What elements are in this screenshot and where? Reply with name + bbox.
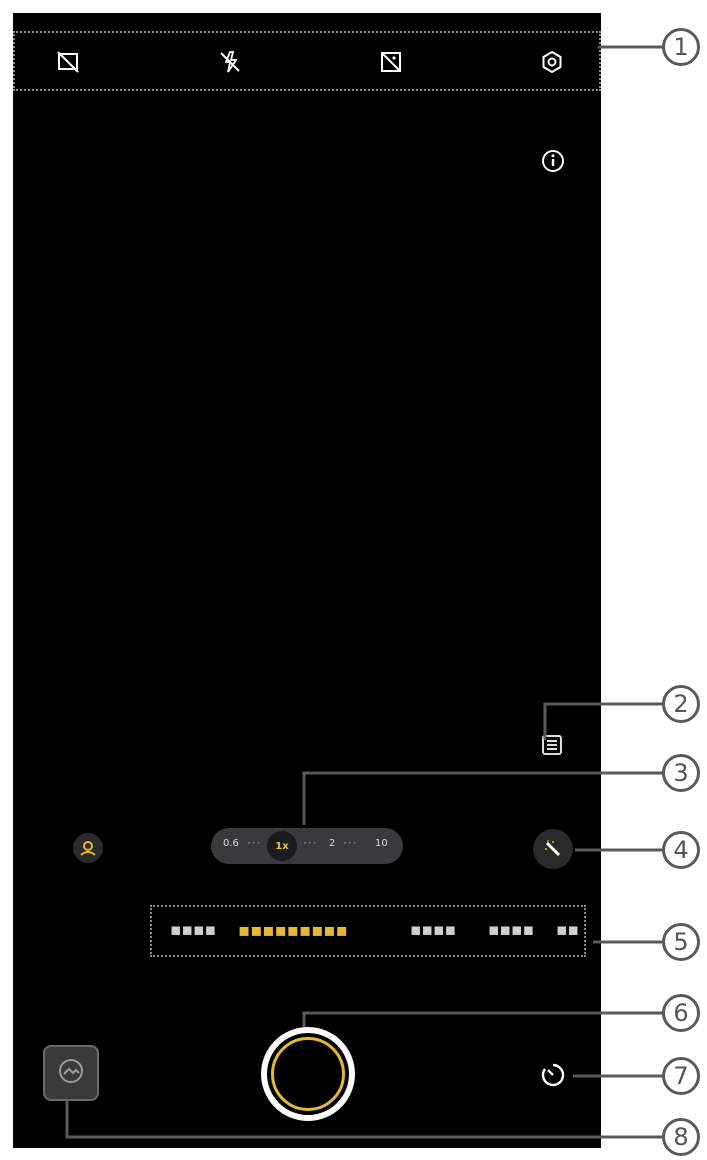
callout-7: 7	[662, 1057, 700, 1095]
callout-6: 6	[662, 994, 700, 1032]
callout-4: 4	[662, 831, 700, 869]
callout-lines	[65, 45, 664, 1139]
callout-3: 3	[662, 754, 700, 792]
callout-8: 8	[662, 1118, 700, 1156]
callout-1: 1	[662, 28, 700, 66]
callout-2: 2	[662, 685, 700, 723]
callout-5: 5	[662, 923, 700, 961]
